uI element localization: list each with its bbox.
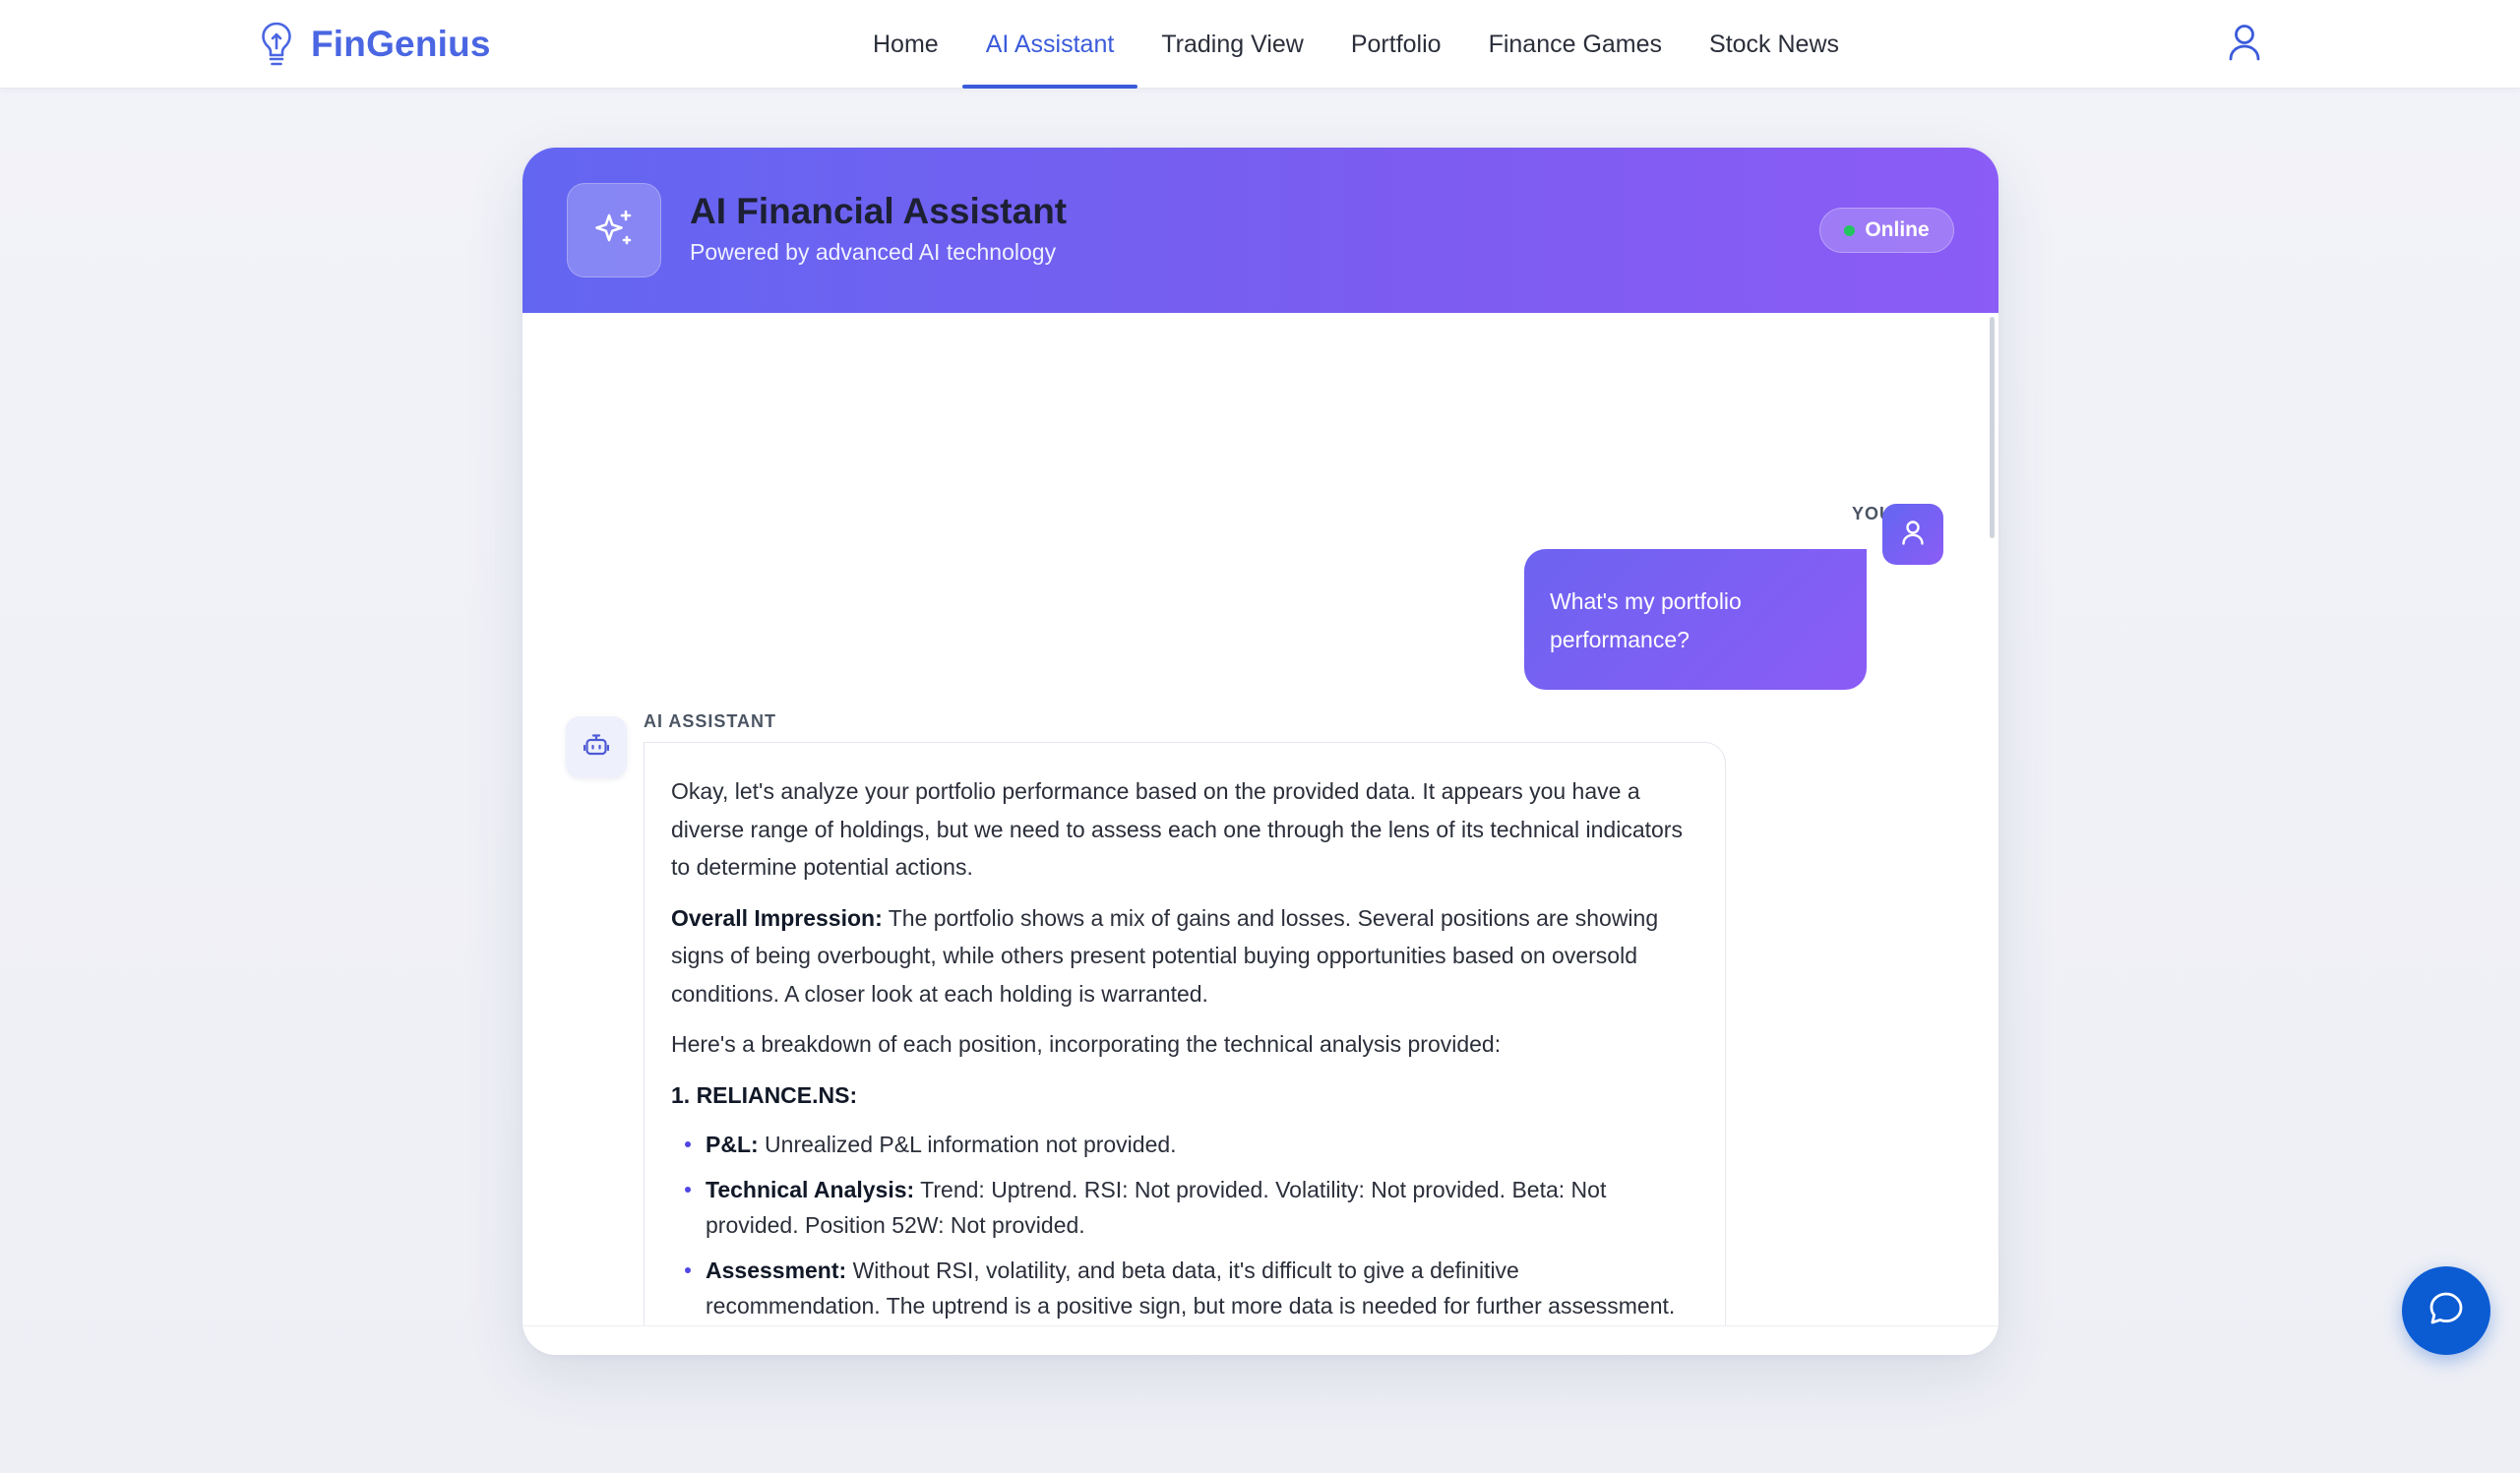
bullet-label: Technical Analysis:	[706, 1177, 915, 1202]
bullet-label: Assessment:	[706, 1258, 847, 1283]
holding-bullets: P&L: Unrealized P&L information not prov…	[671, 1127, 1698, 1323]
chat-bubble-icon	[2428, 1290, 2465, 1332]
message-list[interactable]: YOU What's my portfolio performance? AI …	[522, 313, 1998, 1325]
message-scrollbar[interactable]	[1990, 317, 1995, 538]
lightbulb-icon	[258, 20, 295, 69]
chat-fab-button[interactable]	[2402, 1266, 2490, 1355]
ai-message-label: AI ASSISTANT	[644, 711, 777, 731]
status-dot-icon	[1844, 224, 1856, 236]
chat-subtitle: Powered by advanced AI technology	[690, 239, 1057, 265]
chat-title: AI Financial Assistant	[690, 191, 1068, 231]
ai-message-breakdown-intro: Here's a breakdown of each position, inc…	[671, 1031, 1502, 1057]
robot-icon	[583, 732, 610, 763]
bullet-text: Without RSI, volatility, and beta data, …	[706, 1258, 1676, 1319]
chat-card: AI Financial Assistant Powered by advanc…	[522, 148, 1998, 1355]
ai-message-intro: Okay, let's analyze your portfolio perfo…	[671, 778, 1683, 880]
composer	[522, 1325, 1998, 1355]
ai-message-overall: Overall Impression: The portfolio shows …	[671, 899, 1698, 1013]
nav-link-portfolio[interactable]: Portfolio	[1327, 0, 1465, 89]
ai-avatar	[566, 716, 627, 777]
status-text: Online	[1865, 218, 1930, 241]
user-icon	[2228, 24, 2261, 66]
nav-link-trading-view[interactable]: Trading View	[1137, 0, 1327, 89]
bullet-label: P&L:	[706, 1132, 759, 1157]
main-nav: Home AI Assistant Trading View Portfolio…	[849, 0, 1863, 89]
user-icon	[1901, 520, 1925, 550]
status-badge: Online	[1819, 208, 1954, 253]
user-avatar	[1882, 504, 1943, 565]
ai-message-bubble: Okay, let's analyze your portfolio perfo…	[644, 742, 1726, 1325]
nav-link-home[interactable]: Home	[849, 0, 962, 89]
brand-name: FinGenius	[311, 24, 491, 64]
list-item: P&L: Unrealized P&L information not prov…	[671, 1127, 1698, 1162]
nav-link-ai-assistant[interactable]: AI Assistant	[961, 0, 1138, 89]
profile-button[interactable]	[2226, 24, 2263, 65]
nav-link-stock-news[interactable]: Stock News	[1686, 0, 1863, 89]
nav-link-finance-games[interactable]: Finance Games	[1465, 0, 1686, 89]
overall-impression-label: Overall Impression:	[671, 904, 883, 931]
chat-header: AI Financial Assistant Powered by advanc…	[522, 148, 1998, 313]
list-item: Technical Analysis: Trend: Uptrend. RSI:…	[671, 1172, 1698, 1243]
brand-logo[interactable]: FinGenius	[258, 20, 491, 69]
top-navbar: FinGenius Home AI Assistant Trading View…	[0, 0, 2520, 89]
holding-heading: 1. RELIANCE.NS:	[671, 1081, 858, 1108]
sparkles-icon	[567, 183, 661, 277]
user-message-bubble: What's my portfolio performance?	[1524, 549, 1867, 690]
list-item: Assessment: Without RSI, volatility, and…	[671, 1253, 1698, 1323]
bullet-text: Unrealized P&L information not provided.	[758, 1132, 1177, 1157]
